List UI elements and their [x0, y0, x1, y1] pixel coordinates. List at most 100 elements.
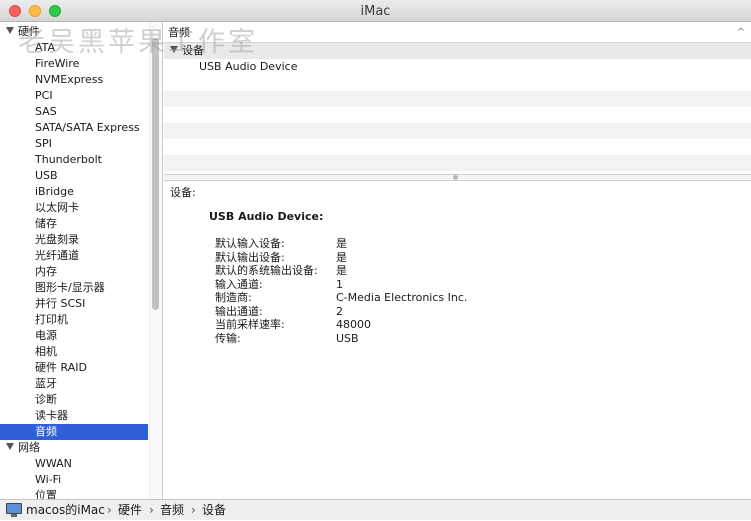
- sidebar-item[interactable]: 图形卡/显示器: [0, 280, 148, 296]
- sort-ascending-icon[interactable]: ^: [737, 22, 745, 43]
- list-group-row[interactable]: 设备: [164, 43, 751, 59]
- breadcrumb-devices[interactable]: 设备: [202, 500, 226, 521]
- sidebar-item-label: 电源: [35, 329, 57, 342]
- detail-section-title: 设备:: [170, 186, 196, 199]
- sidebar-item-label: FireWire: [35, 57, 80, 70]
- pane-splitter[interactable]: [164, 174, 751, 181]
- sidebar-item[interactable]: 储存: [0, 216, 148, 232]
- sidebar-item[interactable]: 内存: [0, 264, 148, 280]
- sidebar-item[interactable]: 以太网卡: [0, 200, 148, 216]
- property-row: 默认的系统输出设备: 是: [164, 264, 751, 278]
- list-column-header[interactable]: 音频 ^: [164, 22, 751, 43]
- sidebar-item-label: 读卡器: [35, 409, 68, 422]
- list-item-usb-audio-device[interactable]: USB Audio Device: [164, 59, 751, 75]
- property-row: 当前采样速率: 48000: [164, 318, 751, 332]
- sidebar-item[interactable]: SAS: [0, 104, 148, 120]
- sidebar-item[interactable]: ATA: [0, 40, 148, 56]
- property-key: 输出通道:: [215, 304, 263, 318]
- property-row: 默认输入设备: 是: [164, 237, 751, 251]
- sidebar-item[interactable]: 光盘刻录: [0, 232, 148, 248]
- sidebar-item-label: 以太网卡: [35, 201, 79, 214]
- sidebar-item[interactable]: 硬件 RAID: [0, 360, 148, 376]
- property-key: 传输:: [215, 331, 241, 345]
- sidebar-item-label: 诊断: [35, 393, 57, 406]
- disclosure-triangle-icon[interactable]: [6, 27, 14, 34]
- sidebar-item[interactable]: 蓝牙: [0, 376, 148, 392]
- sidebar-item[interactable]: 并行 SCSI: [0, 296, 148, 312]
- sidebar-item-label: WWAN: [35, 457, 72, 470]
- splitter-handle-icon[interactable]: [453, 175, 458, 180]
- sidebar-item-label: 内存: [35, 265, 57, 278]
- disclosure-triangle-icon[interactable]: [170, 46, 178, 53]
- sidebar-item[interactable]: SATA/SATA Express: [0, 120, 148, 136]
- sidebar-item-label: 相机: [35, 345, 57, 358]
- sidebar-item[interactable]: 读卡器: [0, 408, 148, 424]
- sidebar-item[interactable]: iBridge: [0, 184, 148, 200]
- sidebar-item[interactable]: 音频: [0, 424, 148, 440]
- property-row: 输出通道: 2: [164, 305, 751, 319]
- disclosure-triangle-icon[interactable]: [6, 443, 14, 450]
- sidebar-item-label: 硬件 RAID: [35, 361, 87, 374]
- sidebar-item-label: 音频: [35, 425, 57, 438]
- sidebar-item[interactable]: Thunderbolt: [0, 152, 148, 168]
- sidebar-item[interactable]: WWAN: [0, 456, 148, 472]
- sidebar-group[interactable]: 网络: [0, 440, 148, 456]
- sidebar-item-label: 光纤通道: [35, 249, 79, 262]
- sidebar-item-label: SAS: [35, 105, 57, 118]
- sidebar-item[interactable]: 光纤通道: [0, 248, 148, 264]
- sidebar-item-label: Wi-Fi: [35, 473, 62, 486]
- property-value: 是: [336, 264, 347, 277]
- sidebar-group[interactable]: 硬件: [0, 24, 148, 40]
- property-row: 传输: USB: [164, 332, 751, 346]
- property-key: 制造商:: [215, 291, 252, 304]
- breadcrumb-separator-icon: ›: [107, 503, 112, 517]
- sidebar-item[interactable]: 相机: [0, 344, 148, 360]
- sidebar-item[interactable]: PCI: [0, 88, 148, 104]
- property-value: 是: [336, 237, 347, 250]
- sidebar-item[interactable]: 诊断: [0, 392, 148, 408]
- sidebar-item[interactable]: NVMExpress: [0, 72, 148, 88]
- device-list-pane: 音频 ^ 设备 USB Audio Device: [164, 22, 751, 174]
- property-value: 是: [336, 250, 347, 264]
- sidebar-item-label: 并行 SCSI: [35, 297, 86, 310]
- detail-device-name: USB Audio Device:: [209, 210, 324, 223]
- sidebar-item-label: 图形卡/显示器: [35, 281, 105, 294]
- property-value: USB: [336, 331, 359, 345]
- sidebar-item[interactable]: 位置: [0, 488, 148, 499]
- property-value: 1: [336, 277, 343, 291]
- list-empty-row: [164, 123, 751, 139]
- list-item-label: USB Audio Device: [199, 60, 298, 73]
- sidebar-item-label: 储存: [35, 217, 57, 230]
- list-column-header-label: 音频: [168, 26, 190, 39]
- sidebar-item[interactable]: FireWire: [0, 56, 148, 72]
- breadcrumb-audio[interactable]: 音频: [160, 500, 184, 521]
- property-value: C-Media Electronics Inc.: [336, 291, 468, 304]
- title-bar: iMac: [0, 0, 751, 22]
- property-key: 默认的系统输出设备:: [215, 264, 318, 277]
- sidebar-item-label: 位置: [35, 489, 57, 499]
- sidebar-item[interactable]: USB: [0, 168, 148, 184]
- sidebar-scroll-thumb[interactable]: [152, 38, 159, 310]
- breadcrumb-hardware[interactable]: 硬件: [118, 500, 142, 521]
- sidebar-item-label: iBridge: [35, 185, 74, 198]
- detail-pane: 设备: USB Audio Device: 默认输入设备: 是默认输出设备: 是默认…: [164, 181, 751, 499]
- sidebar-item[interactable]: 电源: [0, 328, 148, 344]
- sidebar-item-label: NVMExpress: [35, 73, 104, 86]
- sidebar-item-label: SATA/SATA Express: [35, 121, 140, 134]
- sidebar-item[interactable]: 打印机: [0, 312, 148, 328]
- property-value: 48000: [336, 318, 371, 331]
- sidebar-item-label: 硬件: [18, 25, 40, 38]
- property-key: 默认输出设备:: [215, 250, 285, 264]
- sidebar-item[interactable]: Wi-Fi: [0, 472, 148, 488]
- property-key: 默认输入设备:: [215, 237, 285, 250]
- property-key: 当前采样速率:: [215, 318, 285, 331]
- sidebar-item-label: 打印机: [35, 313, 68, 326]
- sidebar-item[interactable]: SPI: [0, 136, 148, 152]
- sidebar-item-label: 蓝牙: [35, 377, 57, 390]
- sidebar: 硬件 ATA FireWire NVMExpress PCI SAS SATA/SATA E…: [0, 22, 163, 499]
- list-empty-row: [164, 91, 751, 107]
- breadcrumb-computer[interactable]: macos的iMac: [26, 500, 105, 521]
- computer-icon: [6, 503, 22, 517]
- list-empty-row: [164, 155, 751, 171]
- sidebar-item-label: PCI: [35, 89, 53, 102]
